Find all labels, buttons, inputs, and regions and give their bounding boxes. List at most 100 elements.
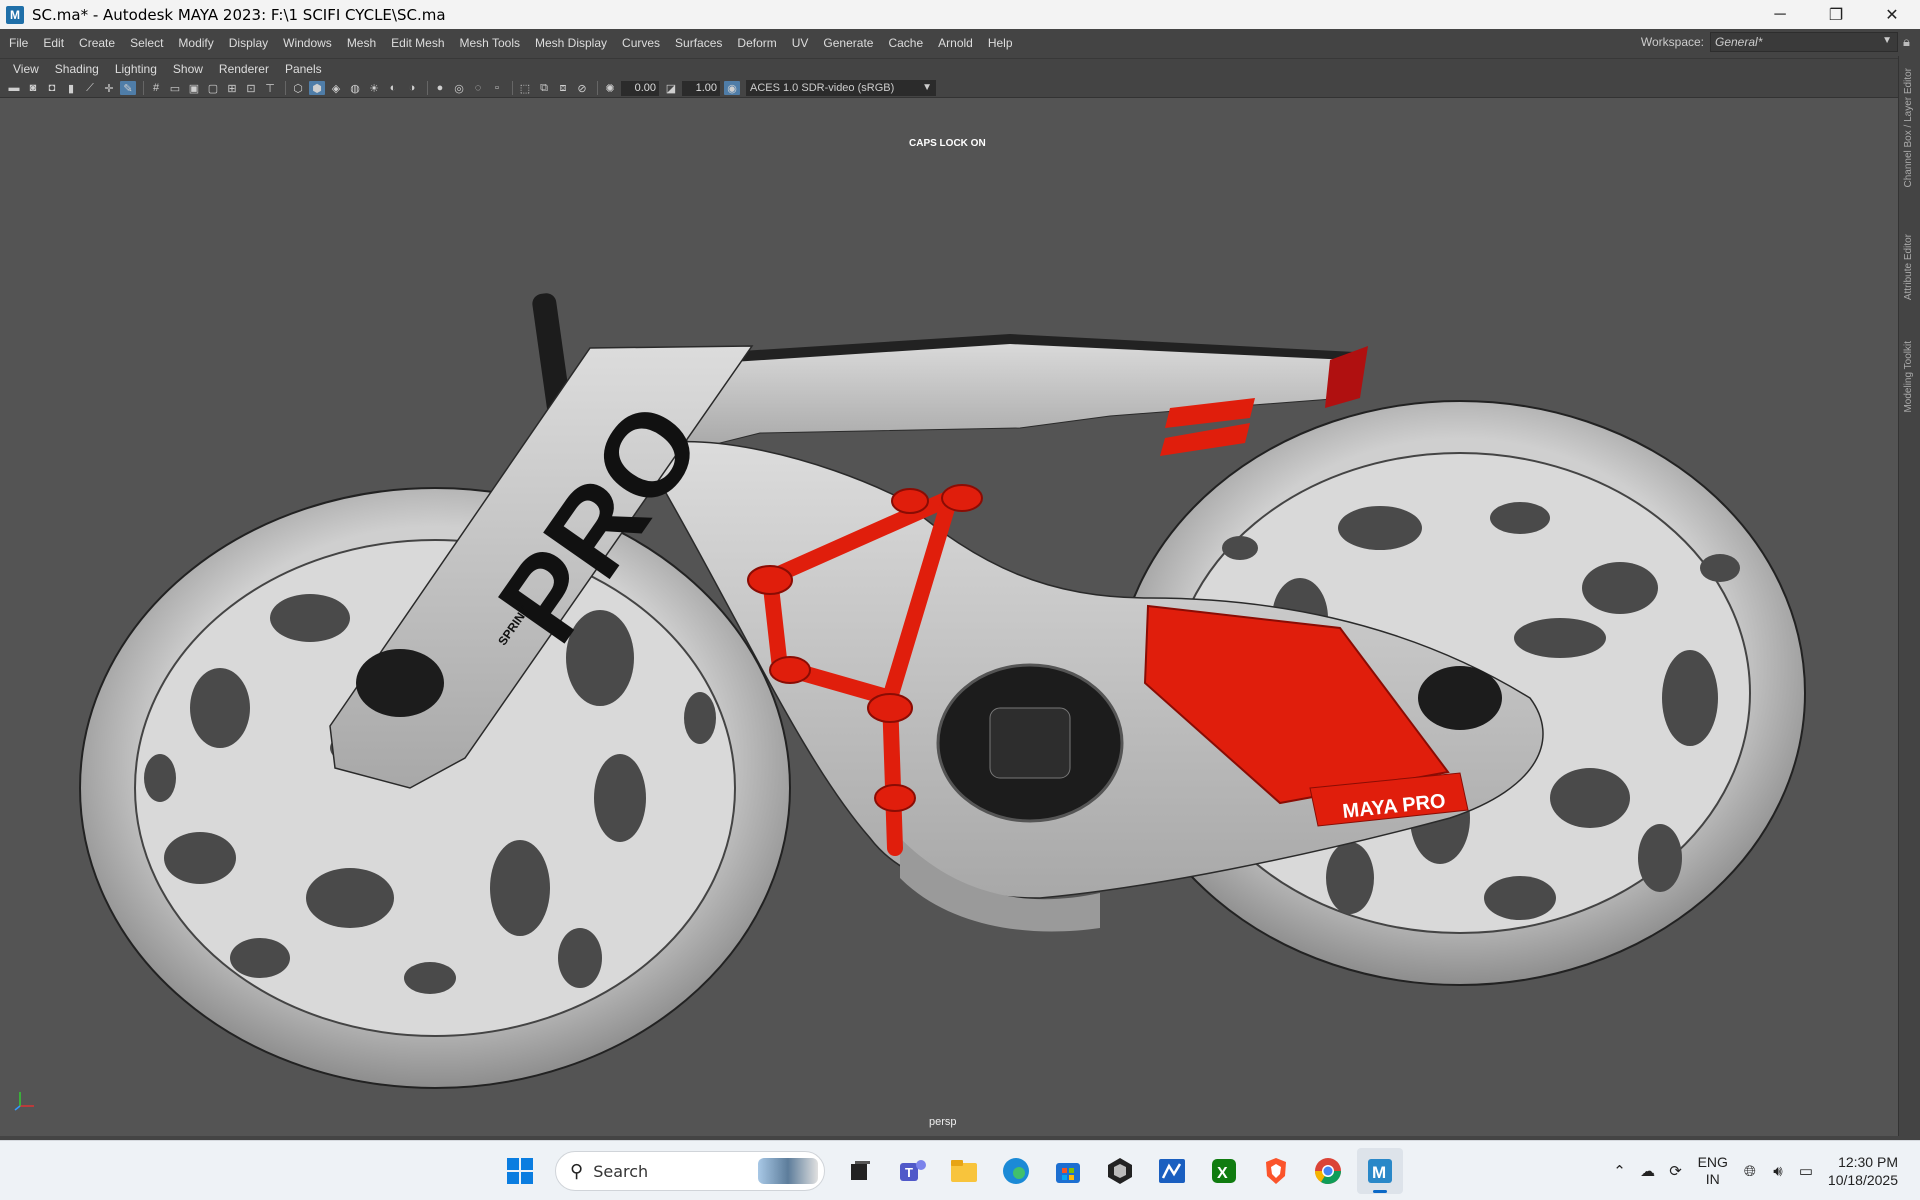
bookmarks-icon[interactable]: ◘ — [44, 81, 60, 95]
menu-edit-mesh[interactable]: Edit Mesh — [391, 36, 444, 50]
isolate-select-icon[interactable]: ▫ — [489, 81, 505, 95]
panel-menu-panels[interactable]: Panels — [285, 62, 322, 76]
bike-model: MAYA PRO PRO SPRINT — [79, 293, 1806, 1089]
panel-menu-renderer[interactable]: Renderer — [219, 62, 269, 76]
menu-select[interactable]: Select — [130, 36, 163, 50]
toolbar-separator — [512, 81, 513, 95]
clock-date: 10/18/2025 — [1827, 1172, 1898, 1188]
motion-blur-icon[interactable]: ● — [432, 81, 448, 95]
color-management-icon[interactable]: ◉ — [724, 81, 740, 95]
depth-of-field-icon[interactable]: ◌ — [470, 81, 486, 95]
panel-menu-show[interactable]: Show — [173, 62, 203, 76]
exposure-icon[interactable]: ✺ — [602, 81, 618, 95]
gamma-field[interactable]: 1.00 — [682, 80, 720, 96]
grease-pencil-icon[interactable]: ✎ — [120, 81, 136, 95]
film-gate-icon[interactable]: ▭ — [167, 81, 183, 95]
backface-culling-icon[interactable]: ⊘ — [574, 81, 590, 95]
tab-channel-box[interactable]: Channel Box / Layer Editor — [1903, 68, 1914, 188]
lock-icon[interactable]: 🔒︎ — [1903, 34, 1915, 50]
resolution-gate-icon[interactable]: ▣ — [186, 81, 202, 95]
menu-generate[interactable]: Generate — [823, 36, 873, 50]
minimize-button[interactable]: ─ — [1752, 0, 1808, 29]
menu-create[interactable]: Create — [79, 36, 115, 50]
edge-icon[interactable] — [993, 1148, 1039, 1194]
menu-curves[interactable]: Curves — [622, 36, 660, 50]
menu-deform[interactable]: Deform — [737, 36, 776, 50]
sync-icon[interactable]: ⟳ — [1662, 1157, 1690, 1185]
brave-icon[interactable] — [1253, 1148, 1299, 1194]
textured-icon[interactable]: ◍ — [347, 81, 363, 95]
menu-windows[interactable]: Windows — [283, 36, 332, 50]
workspace-label: Workspace: — [1640, 35, 1704, 49]
gate-mask-icon[interactable]: ▢ — [205, 81, 221, 95]
start-icon[interactable] — [497, 1148, 543, 1194]
camera-attributes-icon[interactable]: ◙ — [25, 81, 41, 95]
menu-file[interactable]: File — [9, 36, 28, 50]
panel-toolbar: ▬ ◙ ◘ ▮ ⟋ ✛ ✎ # ▭ ▣ ▢ ⊞ ⊡ ⊤ ⬡ ⬢ ◈ ◍ ☀ ◐ … — [0, 79, 1898, 98]
file-explorer-icon[interactable] — [941, 1148, 987, 1194]
wireframe-icon[interactable]: ⬡ — [290, 81, 306, 95]
2d-pan-zoom-icon[interactable]: ✛ — [101, 81, 117, 95]
gamma-icon[interactable]: ◪ — [663, 81, 679, 95]
smooth-shade-icon[interactable]: ⬢ — [309, 81, 325, 95]
menu-edit[interactable]: Edit — [43, 36, 64, 50]
chevron-up-icon[interactable]: ⌃ — [1606, 1157, 1634, 1185]
chrome-icon[interactable] — [1305, 1148, 1351, 1194]
svg-text:X: X — [1217, 1165, 1228, 1182]
safe-title-icon[interactable]: ⊤ — [262, 81, 278, 95]
field-chart-icon[interactable]: ⊞ — [224, 81, 240, 95]
teams-icon[interactable]: T — [889, 1148, 935, 1194]
tab-modeling-toolkit[interactable]: Modeling Toolkit — [1903, 341, 1914, 413]
language-indicator[interactable]: ENG IN — [1698, 1154, 1728, 1188]
tab-attribute-editor[interactable]: Attribute Editor — [1903, 234, 1914, 300]
panel-menu-shading[interactable]: Shading — [55, 62, 99, 76]
xray-active-components-icon[interactable]: ⧈ — [555, 81, 571, 95]
clock[interactable]: 12:30 PM 10/18/2025 — [1828, 1153, 1898, 1189]
ambient-occlusion-icon[interactable]: ◑ — [404, 81, 420, 95]
safe-action-icon[interactable]: ⊡ — [243, 81, 259, 95]
perspective-viewport[interactable]: MAYA PRO PRO SPRINT CAPS LOCK ON persp — [0, 98, 1898, 1136]
shadows-icon[interactable]: ◐ — [385, 81, 401, 95]
view-axis-icon — [14, 1092, 34, 1111]
menu-uv[interactable]: UV — [792, 36, 809, 50]
panel-menu-lighting[interactable]: Lighting — [115, 62, 157, 76]
view-transform-value: ACES 1.0 SDR-video (sRGB) — [750, 82, 895, 94]
store-icon[interactable] — [1045, 1148, 1091, 1194]
close-button[interactable]: ✕ — [1864, 0, 1920, 29]
menu-arnold[interactable]: Arnold — [938, 36, 973, 50]
menu-display[interactable]: Display — [229, 36, 268, 50]
task-view-icon[interactable] — [837, 1148, 883, 1194]
wireframe-on-shaded-icon[interactable]: ◈ — [328, 81, 344, 95]
xray-joints-icon[interactable]: ⧉ — [536, 81, 552, 95]
menu-help[interactable]: Help — [988, 36, 1013, 50]
use-all-lights-icon[interactable]: ☀ — [366, 81, 382, 95]
select-camera-icon[interactable]: ▬ — [6, 81, 22, 95]
chevron-down-icon: ▼ — [922, 82, 932, 93]
menu-mesh[interactable]: Mesh — [347, 36, 376, 50]
view-transform-dropdown[interactable]: ACES 1.0 SDR-video (sRGB) ▼ — [746, 80, 936, 96]
network-icon[interactable]: 🌐︎ — [1736, 1157, 1764, 1185]
workspace-dropdown[interactable]: General* ▼ — [1710, 32, 1898, 52]
menu-mesh-tools[interactable]: Mesh Tools — [460, 36, 520, 50]
menu-cache[interactable]: Cache — [888, 36, 923, 50]
unity-icon[interactable] — [1097, 1148, 1143, 1194]
exposure-field[interactable]: 0.00 — [621, 80, 659, 96]
menu-mesh-display[interactable]: Mesh Display — [535, 36, 607, 50]
menu-surfaces[interactable]: Surfaces — [675, 36, 722, 50]
onedrive-icon[interactable]: ☁ — [1634, 1157, 1662, 1185]
battery-icon[interactable]: ▭ — [1792, 1157, 1820, 1185]
taskbar-search[interactable]: ⚲ Search — [555, 1151, 825, 1191]
panel-menu-view[interactable]: View — [13, 62, 39, 76]
restore-button[interactable]: ❐ — [1808, 0, 1864, 29]
anti-aliasing-icon[interactable]: ◎ — [451, 81, 467, 95]
maya-lt-icon[interactable] — [1149, 1148, 1195, 1194]
grid-icon[interactable]: # — [148, 81, 164, 95]
xray-icon[interactable]: ⬚ — [517, 81, 533, 95]
windows-taskbar: ⚲ Search T X M ⌃ ☁ ⟳ ENG IN 🌐︎ 🔊︎ ▭ 12:3… — [0, 1140, 1920, 1200]
maya-icon[interactable]: M — [1357, 1148, 1403, 1194]
xbox-icon[interactable]: X — [1201, 1148, 1247, 1194]
menu-modify[interactable]: Modify — [178, 36, 213, 50]
volume-icon[interactable]: 🔊︎ — [1764, 1157, 1792, 1185]
image-plane-icon[interactable]: ⟋ — [82, 81, 98, 95]
bookmark-icon[interactable]: ▮ — [63, 81, 79, 95]
